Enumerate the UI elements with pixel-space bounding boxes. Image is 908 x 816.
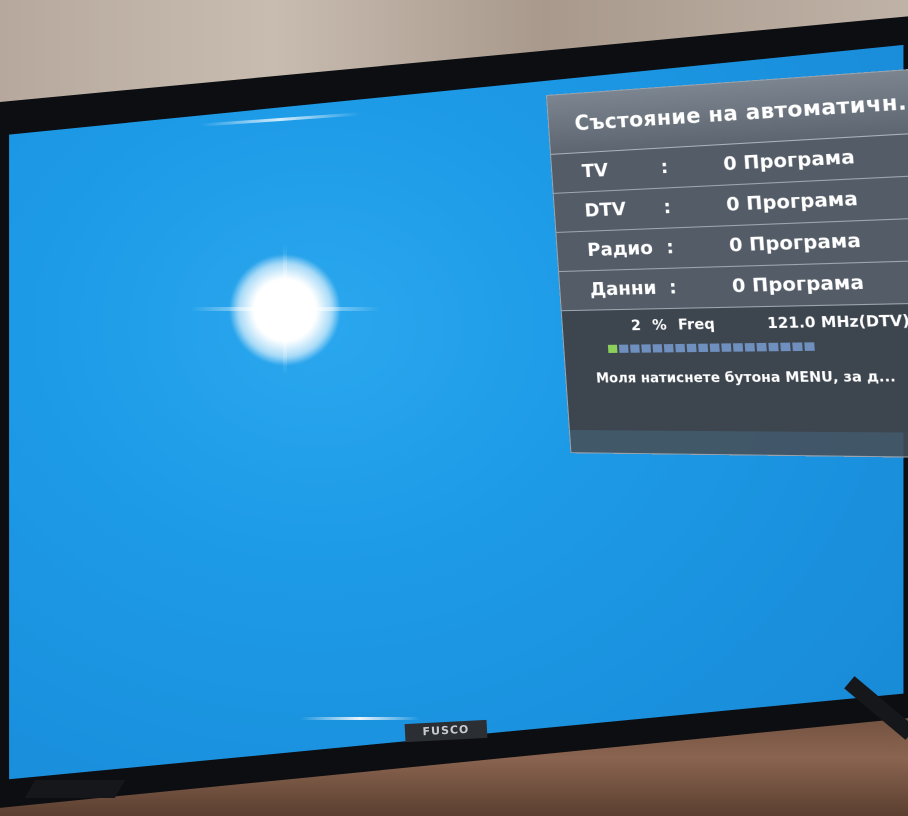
progress-segment-empty (709, 343, 720, 352)
progress-segment-empty (652, 344, 663, 353)
progress-segment-empty (804, 342, 815, 351)
row-label: DTV (583, 198, 627, 222)
progress-segment-empty (663, 344, 674, 353)
row-label: Радио (586, 237, 654, 262)
row-colon: : (659, 156, 669, 179)
scan-status-area: 2 % Freq 121.0 MHz(DTV) Моля натиснете б… (561, 303, 908, 433)
light-reflection-bottom (300, 717, 420, 720)
row-value: 0 Програма (728, 229, 862, 257)
light-glare (230, 255, 340, 365)
progress-segment-empty (618, 344, 629, 353)
progress-segment-empty (630, 344, 640, 353)
tv-stand-left (24, 780, 126, 798)
progress-segment-empty (686, 343, 697, 353)
auto-scan-osd-panel: Състояние на автоматичн... TV : 0 Програ… (546, 68, 908, 459)
row-label: TV (581, 159, 609, 183)
scan-percent-sign: % (651, 317, 668, 335)
progress-segment-empty (744, 343, 755, 352)
progress-segment-empty (698, 343, 709, 353)
progress-segment-empty (780, 342, 791, 352)
osd-hint-text: Моля натиснете бутона MENU, за д... (595, 369, 897, 387)
scan-status-line: 2 % Freq 121.0 MHz(DTV) (592, 313, 908, 335)
freq-label: Freq (677, 316, 716, 334)
progress-segment-filled (607, 344, 618, 353)
scan-progress-bar (607, 341, 908, 353)
row-label: Данни (589, 277, 658, 301)
row-value: 0 Програма (731, 271, 865, 298)
row-colon: : (665, 236, 675, 259)
row-colon: : (668, 276, 678, 299)
progress-segment-empty (792, 342, 803, 352)
progress-segment-empty (721, 343, 732, 352)
progress-segment-empty (756, 342, 767, 352)
row-colon: : (662, 196, 672, 219)
progress-segment-empty (768, 342, 779, 352)
scan-percent: 2 (630, 317, 642, 335)
progress-segment-empty (641, 344, 652, 353)
freq-value: 121.0 MHz(DTV) (766, 312, 908, 333)
progress-segment-empty (732, 343, 744, 352)
progress-segment-empty (675, 343, 686, 353)
